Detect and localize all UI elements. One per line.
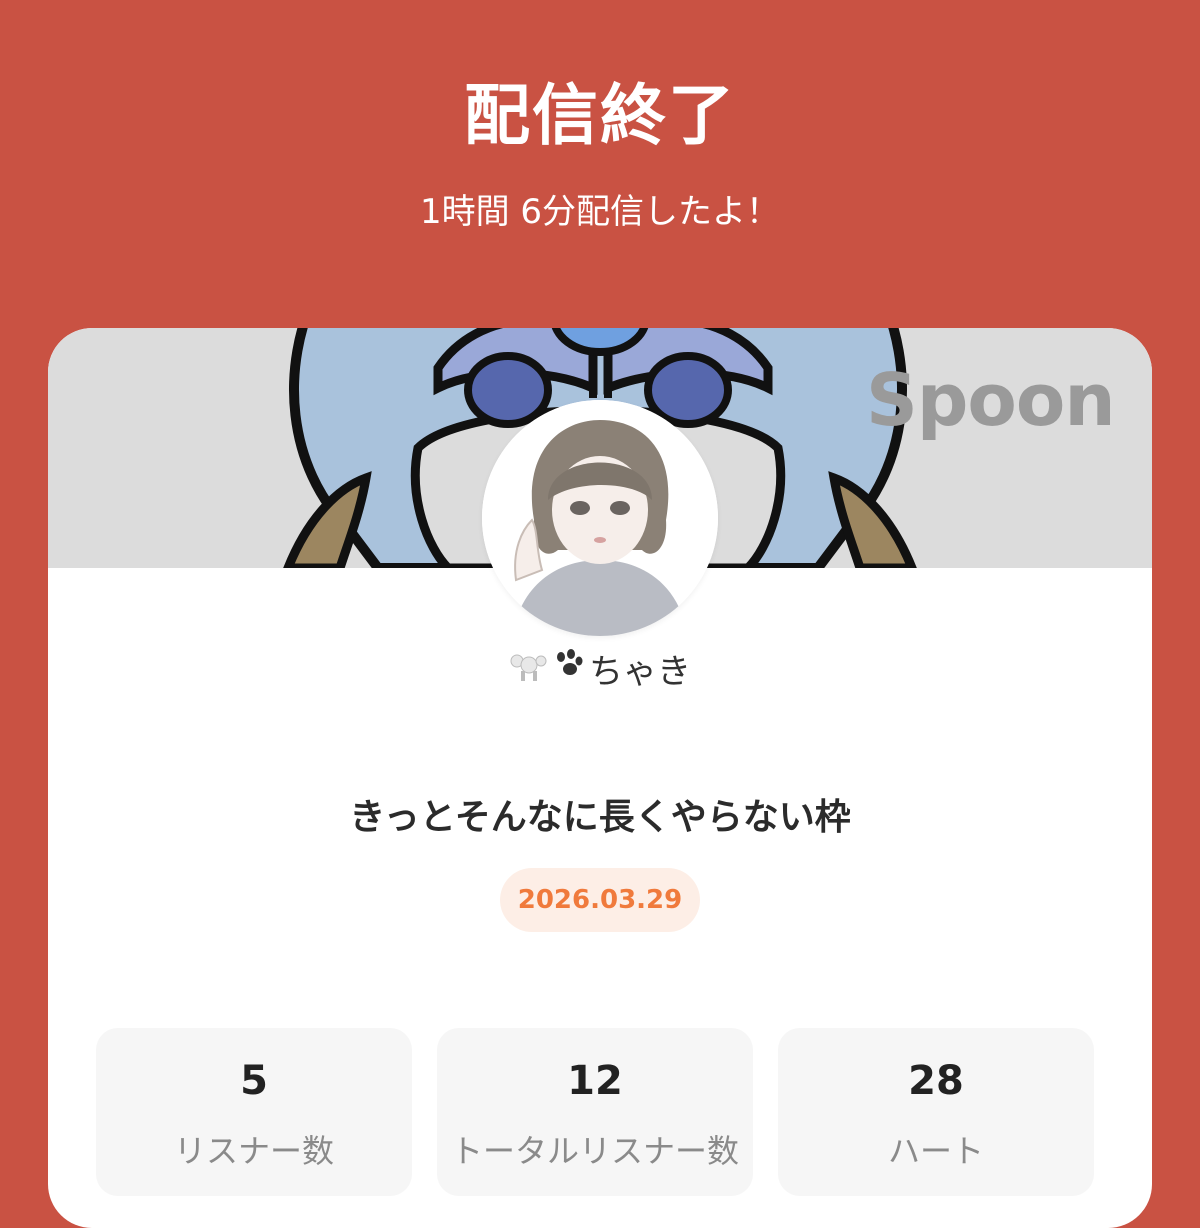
stat-hearts: 28 ハート bbox=[778, 1028, 1094, 1196]
avatar[interactable] bbox=[482, 400, 718, 636]
avatar-portrait bbox=[482, 400, 718, 636]
stat-value: 5 bbox=[240, 1058, 268, 1104]
stat-label: リスナー数 bbox=[173, 1132, 334, 1170]
broadcast-duration: 1時間 6分配信したよ！ bbox=[419, 192, 781, 232]
spoon-logo: Spoon bbox=[866, 358, 1116, 442]
broadcast-summary-card: Spoon ちゃき きっとそんなに長くやらない枠 2026.03.29 5 リス… bbox=[48, 328, 1152, 1228]
poodle-icon bbox=[509, 647, 549, 692]
stat-total-listeners: 12 トータルリスナー数 bbox=[437, 1028, 753, 1196]
date-badge: 2026.03.29 bbox=[500, 868, 700, 932]
live-title: きっとそんなに長くやらない枠 bbox=[349, 797, 851, 838]
stat-listeners: 5 リスナー数 bbox=[96, 1028, 412, 1196]
stat-label: ハート bbox=[887, 1132, 984, 1170]
username-text: ちゃき bbox=[589, 652, 691, 692]
page-title: 配信終了 bbox=[464, 77, 736, 154]
username: ちゃき bbox=[48, 644, 1152, 693]
stat-value: 28 bbox=[908, 1058, 964, 1104]
stat-label: トータルリスナー数 bbox=[450, 1132, 739, 1170]
paw-icon bbox=[551, 647, 587, 692]
stat-value: 12 bbox=[567, 1058, 623, 1104]
